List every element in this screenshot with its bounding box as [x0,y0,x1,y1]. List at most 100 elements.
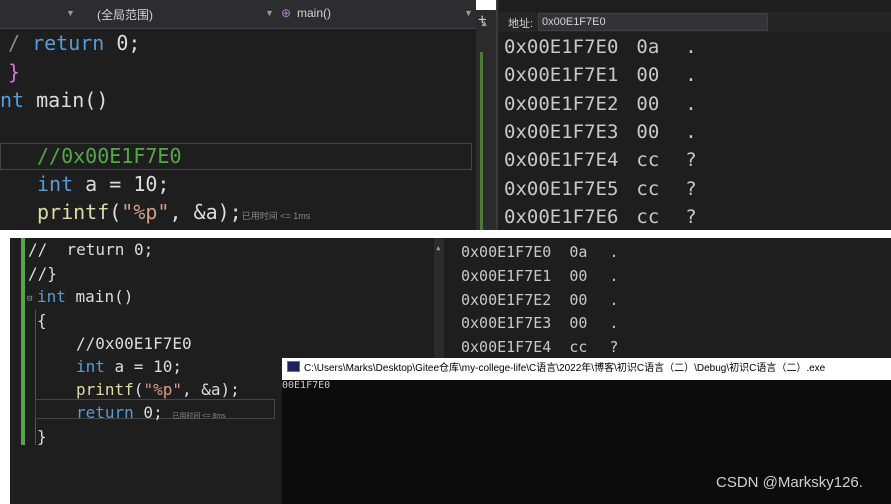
memory-address: 0x00E1F7E5 [504,177,619,200]
memory-row: 0x00E1F7E4 cc? [461,338,618,356]
collapse-icon[interactable]: ⊟ [27,294,32,304]
memory-char: . [685,120,697,143]
function-icon: ⊕ [281,6,292,20]
memory-row: 0x00E1F7E5 cc? [504,178,697,200]
memory-window-top: 地址: 0x00E1F7E0 0x00E1F7E0 0a. 0x00E1F7E1 00… [496,0,891,230]
memory-char: . [685,36,697,58]
memory-char: . [609,290,619,309]
address-label: 地址: [508,18,534,30]
console-window[interactable]: C:\Users\Marks\Desktop\Gitee仓库\my-colleg… [282,358,891,504]
memory-row: 0x00E1F7E0 0a. [504,36,697,58]
change-marker [480,52,483,240]
memory-row: 0x00E1F7E0 0a. [461,243,618,261]
memory-char: ? [609,338,619,357]
keyword-int: int [76,357,105,376]
code-comment: //0x00E1F7E0 [37,144,182,168]
function-name: printf [37,200,110,224]
chevron-down-icon[interactable]: ▼ [265,8,274,18]
memory-char: . [609,314,619,333]
memory-address: 0x00E1F7E3 [461,314,552,333]
chevron-down-icon[interactable]: ▼ [66,8,75,18]
change-marker [21,238,25,445]
memory-row: 0x00E1F7E1 00. [461,267,618,285]
code-comment: //} [28,264,57,283]
memory-address: 0x00E1F7E2 [461,290,552,309]
vertical-scrollbar[interactable]: ▴ [434,238,444,358]
memory-hex: cc [569,338,588,357]
code-text: ( [109,200,122,224]
elapsed-time-hint: 已用时间 <= 1ms [241,211,311,221]
scope-dropdown[interactable]: (全局范围) [97,6,153,23]
memory-hex: 00 [569,290,588,309]
keyword-int: int [37,287,66,306]
keyword-int: int [37,172,74,196]
code-comment: // return 0; [28,240,154,259]
vertical-scrollbar[interactable]: ▴ [476,10,496,240]
keyword-return: return [32,31,105,55]
code-line-int-a: int a = 10; [76,357,182,376]
memory-hex: 00 [569,314,588,333]
memory-hex: 00 [636,92,660,115]
close-brace: } [37,427,47,446]
keyword-int: nt [0,88,25,112]
code-line-1: / return 0; [8,31,141,55]
memory-row: 0x00E1F7E6 cc? [504,206,697,228]
code-line-main: int main() [37,287,133,306]
keyword-return: return [76,403,134,422]
memory-row: 0x00E1F7E2 00. [461,291,618,309]
memory-address: 0x00E1F7E0 [461,243,552,261]
code-text: , &a); [169,200,242,224]
console-icon [287,361,300,372]
memory-address: 0x00E1F7E2 [504,92,619,115]
memory-hex: 0a [569,243,588,261]
memory-char: ? [685,149,697,172]
scroll-up-icon[interactable]: ▴ [435,241,442,254]
memory-row: 0x00E1F7E2 00. [504,93,697,115]
console-output: 00E1F7E0 [282,380,331,391]
code-line-return: return 0; 已用时间 <= 8ms [76,403,226,422]
split-plus-icon[interactable]: + [478,12,486,28]
memory-hex: 0a [636,36,660,58]
memory-char: . [609,266,619,285]
memory-address-bar: 地址: 0x00E1F7E0 [498,12,891,32]
memory-window-bottom: 0x00E1F7E0 0a. 0x00E1F7E1 00. 0x00E1F7E2 00. 0… [444,238,891,358]
code-line-3: nt main() [0,88,108,112]
address-input[interactable]: 0x00E1F7E0 [538,13,768,31]
memory-hex: 00 [569,266,588,285]
code-text: main() [65,287,134,306]
brace: } [8,60,21,84]
memory-char: . [685,64,697,87]
memory-hex: cc [636,177,660,200]
function-dropdown[interactable]: main() [297,6,331,20]
memory-address: 0x00E1F7E1 [461,266,552,285]
screenshot-divider [0,230,891,238]
memory-row: 0x00E1F7E1 00. [504,64,697,86]
code-text: ( [133,380,144,399]
memory-address: 0x00E1F7E3 [504,120,619,143]
open-brace: { [37,311,47,330]
memory-hex: cc [636,149,660,172]
memory-hex: 00 [636,120,660,143]
console-path: C:\Users\Marks\Desktop\Gitee仓库\my-colleg… [304,363,826,374]
code-text: 0; [104,31,141,55]
memory-address: 0x00E1F7E6 [504,205,619,228]
code-text: a = 10; [73,172,170,196]
memory-address: 0x00E1F7E4 [504,149,619,172]
memory-row: 0x00E1F7E3 00. [504,121,697,143]
string-literal: "%p" [143,380,182,399]
memory-address: 0x00E1F7E4 [461,338,552,357]
outline-guide [35,310,36,445]
code-text: 0; [133,403,163,422]
code-text: a = 10; [104,357,182,376]
memory-address: 0x00E1F7E0 [504,36,619,58]
memory-char: . [685,92,697,115]
memory-address: 0x00E1F7E1 [504,64,619,87]
top-code-editor: ▼ (全局范围) ▼ ⊕ main() ▼ / return 0; } nt m… [0,0,476,230]
memory-hex: cc [636,205,660,228]
code-line-6: int a = 10; [37,172,169,196]
watermark: CSDN @Marksky126. [716,474,863,491]
code-line-printf: printf("%p", &a); [76,380,240,399]
code-line-7: printf("%p", &a);已用时间 <= 1ms [37,200,310,224]
chevron-down-icon[interactable]: ▼ [464,8,473,18]
navigation-bar: ▼ (全局范围) ▼ ⊕ main() ▼ [0,0,476,29]
